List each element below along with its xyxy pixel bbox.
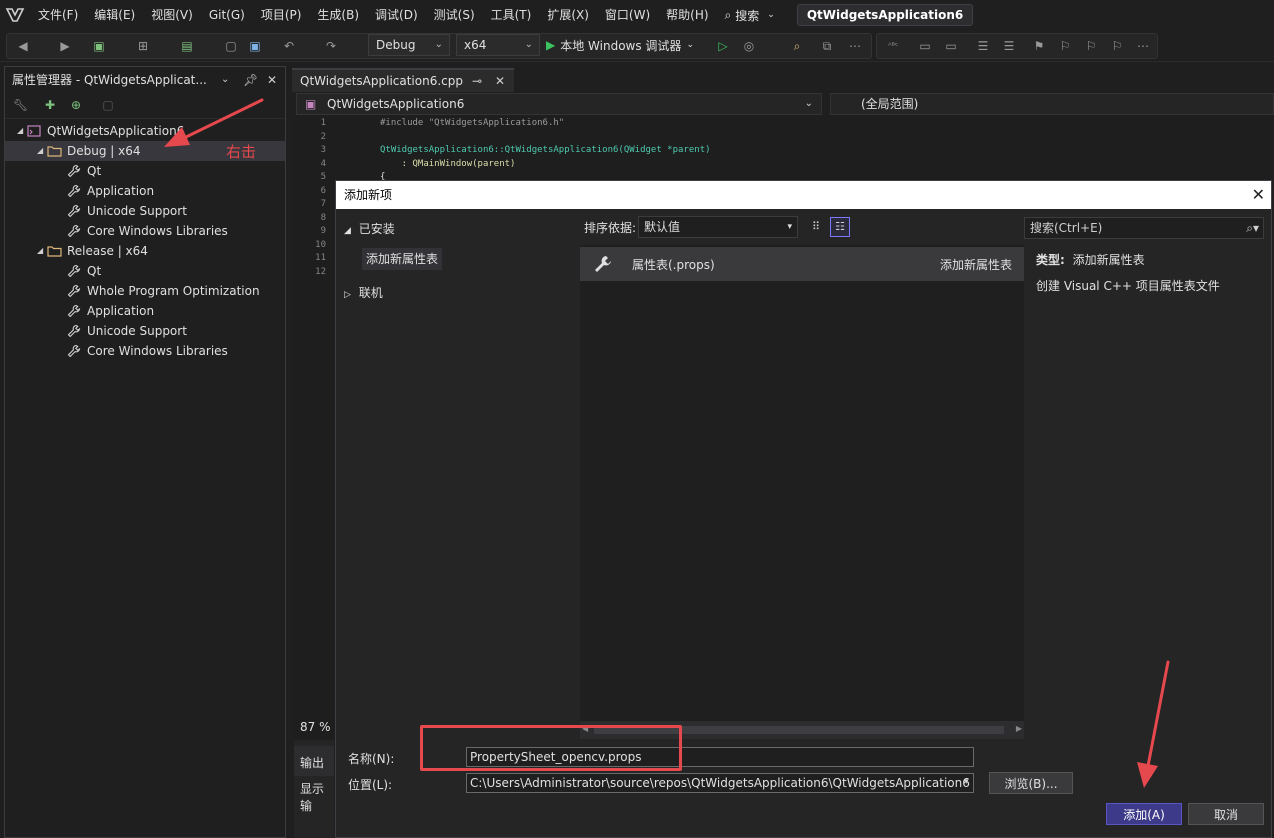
annotation-arrow-add-button <box>1137 660 1170 788</box>
annotation-arrow-right-click <box>164 98 264 147</box>
annotation-arrows <box>164 98 1170 788</box>
